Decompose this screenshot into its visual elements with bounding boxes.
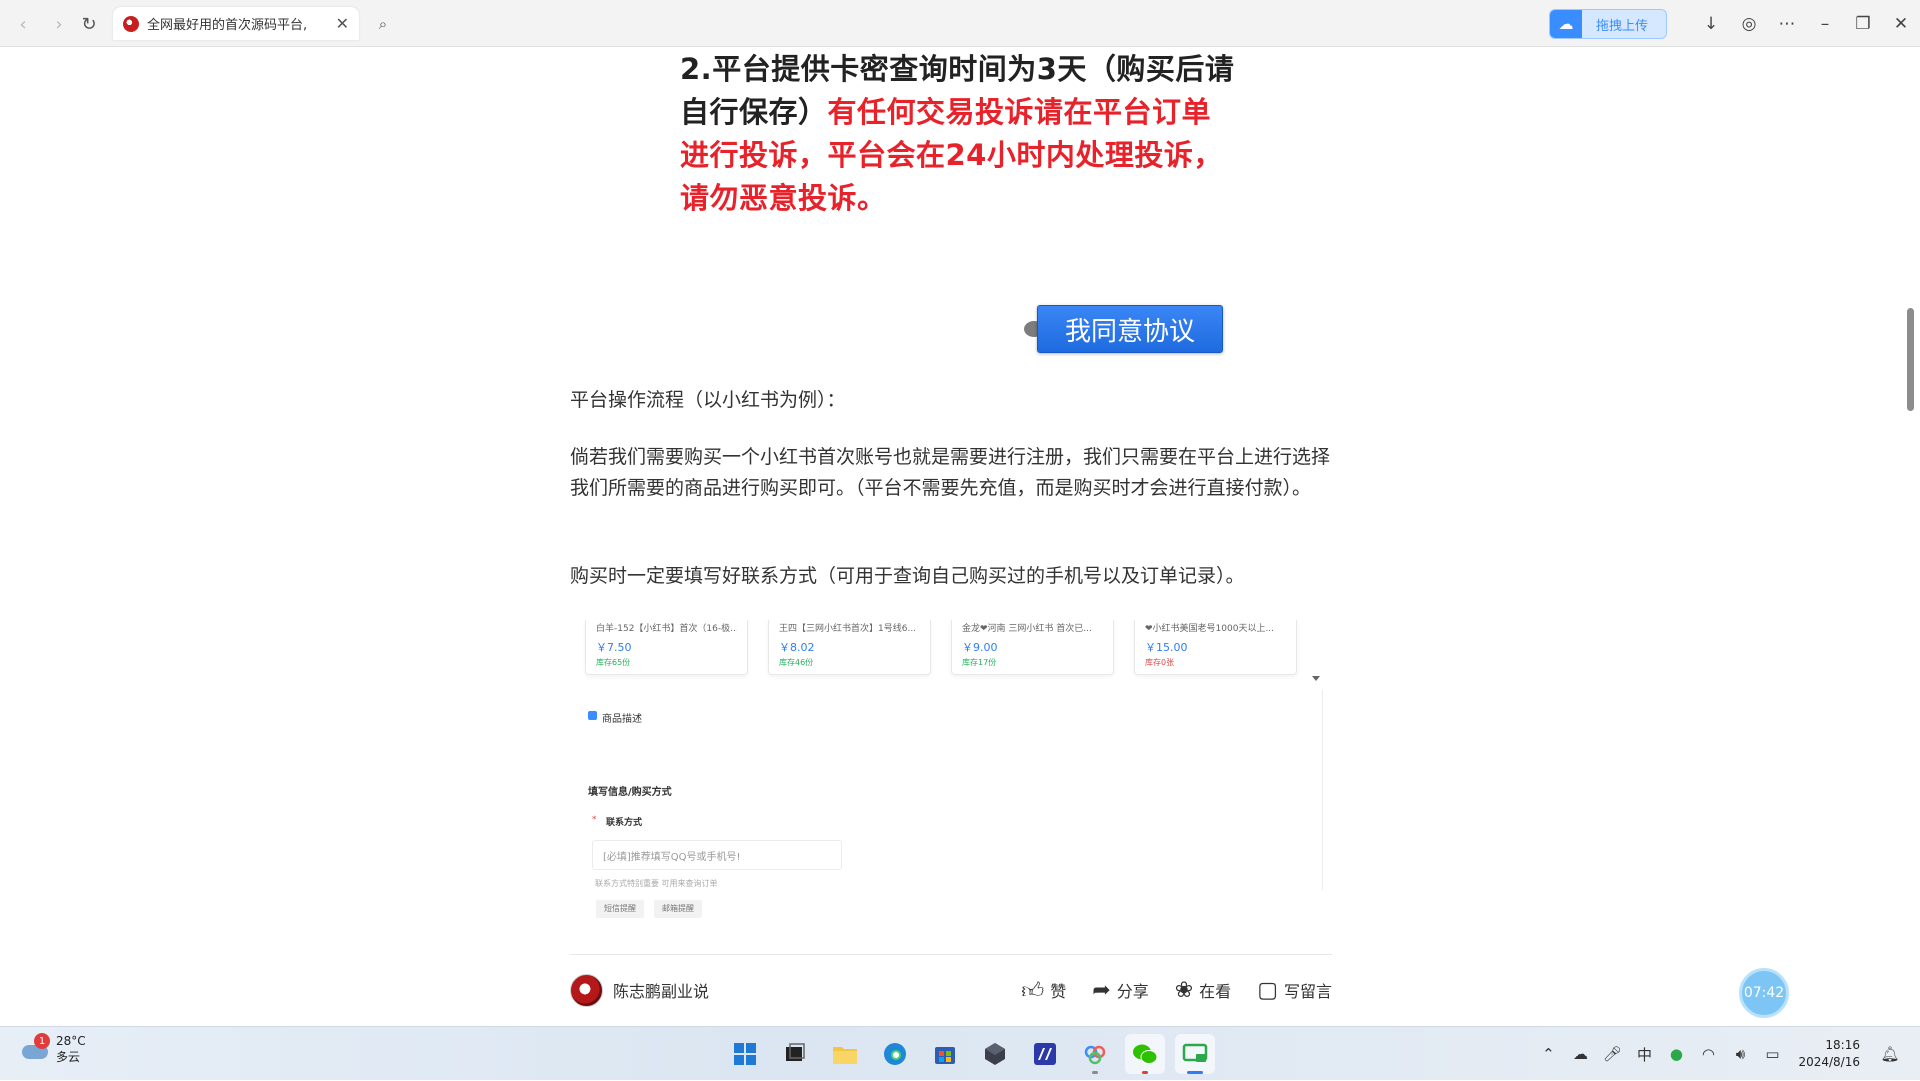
windows-start-icon[interactable] xyxy=(725,1034,765,1074)
article-paragraph: 倘若我们需要购买一个小红书首次账号也就是需要进行注册，我们只需要在平台上进行选择… xyxy=(570,446,1331,499)
store-icon[interactable] xyxy=(925,1034,965,1074)
clock[interactable]: 18:16 2024/8/16 xyxy=(1798,1037,1860,1071)
edge-browser-icon[interactable] xyxy=(875,1034,915,1074)
product-name: 王四【三网小红书首次】1号线6... xyxy=(779,624,917,634)
product-card: 白羊-152【小红书】首次（16-极... ￥7.50 库存65份 xyxy=(585,620,748,675)
product-name: 白羊-152【小红书】首次（16-极... xyxy=(596,624,737,634)
time: 18:16 xyxy=(1825,1038,1860,1052)
chip: 短信提醒 xyxy=(596,900,644,918)
scroll-down-icon xyxy=(1312,676,1320,681)
editor-app-icon[interactable] xyxy=(1025,1034,1065,1074)
taskbar: 1 28°C 多云 ⌃ ☁ 🎤︎ 中 ● ◠ 🔊︎ ▭ 18:16 2024/8… xyxy=(0,1026,1920,1080)
like-label: 赞 xyxy=(1050,982,1067,1001)
cloud-drive-app-icon[interactable] xyxy=(1075,1034,1115,1074)
drag-upload-button[interactable]: ☁ 拖拽上传 xyxy=(1549,9,1667,39)
article-paragraph: 平台操作流程（以小红书为例）： xyxy=(570,389,846,411)
product-price: ￥15.00 xyxy=(1145,641,1188,654)
more-icon[interactable]: ⋯ xyxy=(1768,0,1806,47)
product-stock: 库存0张 xyxy=(1145,658,1175,667)
author-name[interactable]: 陈志鹏副业说 xyxy=(613,978,709,1002)
watching-button[interactable]: ❀ 在看 xyxy=(1175,978,1231,1003)
comment-button[interactable]: ▢ 写留言 xyxy=(1257,978,1332,1003)
onedrive-icon[interactable]: ☁ xyxy=(1564,1045,1596,1063)
flower-icon: ❀ xyxy=(1174,977,1194,1003)
forward-icon[interactable]: › xyxy=(44,9,74,39)
date: 2024/8/16 xyxy=(1798,1055,1860,1069)
scrollbar[interactable] xyxy=(1907,308,1914,411)
share-icon: ➦ xyxy=(1092,977,1111,1003)
tab-active[interactable]: 全网最好用的首次源码平台, ✕ xyxy=(113,7,359,40)
product-price: ￥7.50 xyxy=(596,641,632,654)
minimize-icon[interactable]: – xyxy=(1806,0,1844,47)
browser-toolbar: ‹ › ↻ 全网最好用的首次源码平台, ✕ ⌕ ☁ 拖拽上传 ↓ ◎ ⋯ – ❐… xyxy=(0,0,1920,47)
volume-icon[interactable]: 🔊︎ xyxy=(1724,1045,1756,1063)
wechat-icon[interactable] xyxy=(1125,1034,1165,1074)
divider xyxy=(1322,690,1323,890)
timer-badge[interactable]: 07:42 xyxy=(1739,968,1789,1018)
globe-icon[interactable]: ◎ xyxy=(1730,0,1768,47)
temperature: 28°C xyxy=(56,1034,86,1048)
search-icon[interactable]: ⌕ xyxy=(368,9,398,39)
order-page-screenshot: 白羊-152【小红书】首次（16-极... ￥7.50 库存65份 王四【三网小… xyxy=(570,620,1330,950)
description-icon xyxy=(588,711,597,720)
product-name: 金龙❤河南 三网小红书 首次已... xyxy=(962,624,1092,634)
notice-image: 2.平台提供卡密查询时间为3天（购买后请自行保存）有任何交易投诉请在平台订单进行… xyxy=(680,48,1240,220)
product-stock: 库存17份 xyxy=(962,658,997,667)
share-button[interactable]: ➦ 分享 xyxy=(1092,978,1148,1003)
divider xyxy=(570,954,1332,955)
comment-label: 写留言 xyxy=(1283,982,1332,1001)
upload-label: 拖拽上传 xyxy=(1596,18,1649,34)
section-title: 商品描述 xyxy=(602,714,642,725)
tab-title: 全网最好用的首次源码平台, xyxy=(147,18,308,33)
wifi-icon[interactable]: ◠ xyxy=(1692,1045,1724,1063)
remote-desktop-icon[interactable] xyxy=(1175,1034,1215,1074)
ime-indicator[interactable]: 中 xyxy=(1628,1044,1660,1065)
notification-bell-icon[interactable]: 🔔︎ xyxy=(1874,1045,1906,1063)
contact-input: [必填]推荐填写QQ号或手机号! xyxy=(592,840,842,870)
download-icon[interactable]: ↓ xyxy=(1692,0,1730,47)
close-tab-icon[interactable]: ✕ xyxy=(336,14,349,33)
section-title: 填写信息/购买方式 xyxy=(588,787,672,798)
product-stock: 库存65份 xyxy=(596,658,631,667)
weather-desc: 多云 xyxy=(56,1050,81,1064)
article-footer: 陈志鹏副业说 👍︎ 赞 ➦ 分享 ❀ 在看 ▢ 写留言 xyxy=(570,972,1332,1008)
back-icon[interactable]: ‹ xyxy=(8,9,38,39)
article-paragraph: 购买时一定要填写好联系方式（可用于查询自己购买过的手机号以及订单记录）。 xyxy=(570,565,1245,587)
task-view-icon[interactable] xyxy=(775,1034,815,1074)
weather-widget[interactable]: 1 28°C 多云 xyxy=(20,1033,86,1065)
cloud-drive-icon: ☁ xyxy=(1550,10,1582,38)
app-cube-icon[interactable] xyxy=(975,1034,1015,1074)
like-button[interactable]: 👍︎ 赞 xyxy=(1021,977,1066,1004)
site-favicon-icon xyxy=(123,15,139,32)
product-card: 王四【三网小红书首次】1号线6... ￥8.02 库存46份 xyxy=(768,620,931,675)
microphone-icon[interactable]: 🎤︎ xyxy=(1596,1045,1628,1063)
share-label: 分享 xyxy=(1116,982,1149,1001)
product-price: ￥8.02 xyxy=(779,641,815,654)
field-label: 联系方式 xyxy=(606,818,643,828)
thumbs-up-icon: 👍︎ xyxy=(1021,978,1045,1004)
product-stock: 库存46份 xyxy=(779,658,814,667)
comment-icon: ▢ xyxy=(1257,977,1278,1003)
watching-label: 在看 xyxy=(1199,982,1232,1001)
close-window-icon[interactable]: ✕ xyxy=(1882,0,1920,47)
product-price: ￥9.00 xyxy=(962,641,998,654)
battery-icon[interactable]: ▭ xyxy=(1756,1045,1788,1063)
cloud-icon: 1 xyxy=(20,1033,50,1061)
agree-protocol-button[interactable]: 我同意协议 xyxy=(1037,305,1223,353)
required-icon: * xyxy=(592,815,597,825)
product-card: ❤小红书美国老号1000天以上... ￥15.00 库存0张 xyxy=(1134,620,1297,675)
reload-icon[interactable]: ↻ xyxy=(74,9,104,39)
product-name: ❤小红书美国老号1000天以上... xyxy=(1145,624,1275,634)
avatar[interactable] xyxy=(570,973,603,1007)
notification-badge: 1 xyxy=(34,1033,50,1049)
product-card: 金龙❤河南 三网小红书 首次已... ￥9.00 库存17份 xyxy=(951,620,1114,675)
chevron-up-icon[interactable]: ⌃ xyxy=(1532,1045,1564,1063)
file-explorer-icon[interactable] xyxy=(825,1034,865,1074)
chip: 邮箱提醒 xyxy=(654,900,702,918)
hint-text: 联系方式特别重要 可用来查询订单 xyxy=(595,879,718,888)
app-tray-icon[interactable]: ● xyxy=(1660,1045,1692,1063)
restore-icon[interactable]: ❐ xyxy=(1844,0,1882,47)
